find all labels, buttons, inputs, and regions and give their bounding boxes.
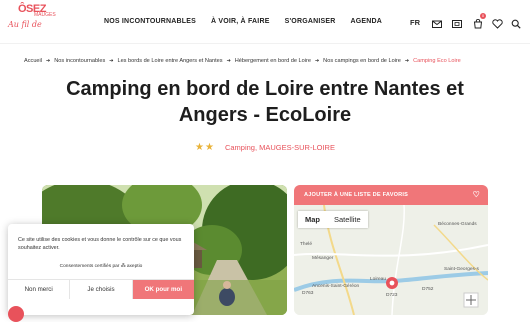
map-label: Loireau	[370, 277, 387, 282]
map-type-tabs: Map Satellite	[298, 211, 368, 228]
nav-item-voir-faire[interactable]: À VOIR, À FAIRE	[211, 18, 270, 25]
logo-tagline: Au fil de	[8, 20, 42, 29]
cookie-settings-fab[interactable]	[8, 306, 24, 322]
arrow-right-icon: ➔	[46, 58, 51, 64]
map-label: D723	[386, 293, 398, 298]
cookie-consent-dialog: Ce site utilise des cookies et vous donn…	[8, 224, 194, 315]
site-logo[interactable]: ÔSEZ MAUGES Au fil de	[6, 3, 56, 39]
heart-icon: ♡	[472, 190, 480, 199]
add-to-favorites-bar[interactable]: AJOUTER À UNE LISTE DE FAVORIS ♡	[294, 185, 488, 205]
nav-item-agenda[interactable]: AGENDA	[351, 18, 383, 25]
main-nav: NOS INCONTOURNABLES À VOIR, À FAIRE S'OR…	[104, 18, 382, 25]
map-label: Saint-Georges-s	[444, 267, 479, 272]
cookie-powered-by: Consentements certifiés par ⁂ axeptio	[59, 264, 143, 269]
cookie-accept-button[interactable]: OK pour moi	[132, 280, 194, 299]
breadcrumb-current: Camping Eco Loire	[413, 58, 461, 64]
arrow-right-icon: ➔	[109, 58, 114, 64]
breadcrumb-incontournables[interactable]: Nos incontournables	[54, 58, 105, 64]
breadcrumb-campings[interactable]: Nos campings en bord de Loire	[323, 58, 401, 64]
add-to-favorites-label: AJOUTER À UNE LISTE DE FAVORIS	[304, 192, 409, 198]
language-switch[interactable]: FR	[410, 18, 420, 27]
breadcrumb: Accueil ➔ Nos incontournables ➔ Les bord…	[24, 58, 461, 64]
cart-count: 0	[480, 13, 486, 19]
cart-icon[interactable]: 0	[473, 13, 486, 29]
cookie-message: Ce site utilise des cookies et vous donn…	[18, 237, 182, 251]
nav-item-incontournables[interactable]: NOS INCONTOURNABLES	[104, 18, 196, 25]
map-label: D752	[422, 287, 434, 292]
cookie-choose-button[interactable]: Je choisis	[69, 280, 133, 299]
tab-map[interactable]: Map	[298, 211, 327, 228]
map-label: Thelé	[300, 242, 312, 247]
listing-category[interactable]: Camping, MAUGES-SUR-LOIRE	[225, 143, 335, 152]
map-card: AJOUTER À UNE LISTE DE FAVORIS ♡ Map Sat…	[294, 185, 488, 315]
rating-stars-icon: ★★	[195, 142, 215, 153]
breadcrumb-hebergement[interactable]: Hébergement en bord de Loire	[235, 58, 311, 64]
breadcrumb-bords-de-loire[interactable]: Les bords de Loire entre Angers et Nante…	[117, 58, 222, 64]
map-label: Béconnes-Grands	[438, 222, 477, 227]
map-label: Mésanger	[312, 256, 334, 261]
page-title: Camping en bord de Loire entre Nantes et…	[66, 78, 464, 126]
logo-word2: MAUGES	[34, 12, 56, 18]
site-header: ÔSEZ MAUGES Au fil de NOS INCONTOURNABLE…	[0, 0, 530, 44]
ticket-icon[interactable]	[452, 16, 462, 28]
search-icon[interactable]	[511, 16, 521, 29]
favorites-heart-icon[interactable]	[492, 16, 503, 29]
arrow-right-icon: ➔	[226, 58, 231, 64]
listing-meta: ★★ Camping, MAUGES-SUR-LOIRE	[0, 142, 530, 153]
nav-item-organiser[interactable]: S'ORGANISER	[285, 18, 336, 25]
breadcrumb-home[interactable]: Accueil	[24, 58, 42, 64]
cookie-deny-button[interactable]: Non merci	[8, 280, 69, 299]
mail-icon[interactable]	[432, 16, 442, 28]
map-label: D763	[302, 291, 314, 296]
arrow-right-icon: ➔	[404, 58, 410, 64]
map-label: Ancenis-Saint-Géréon	[312, 284, 360, 289]
tab-satellite[interactable]: Satellite	[327, 211, 368, 228]
cookie-buttons: Non merci Je choisis OK pour moi	[8, 279, 194, 299]
arrow-right-icon: ➔	[314, 58, 320, 64]
